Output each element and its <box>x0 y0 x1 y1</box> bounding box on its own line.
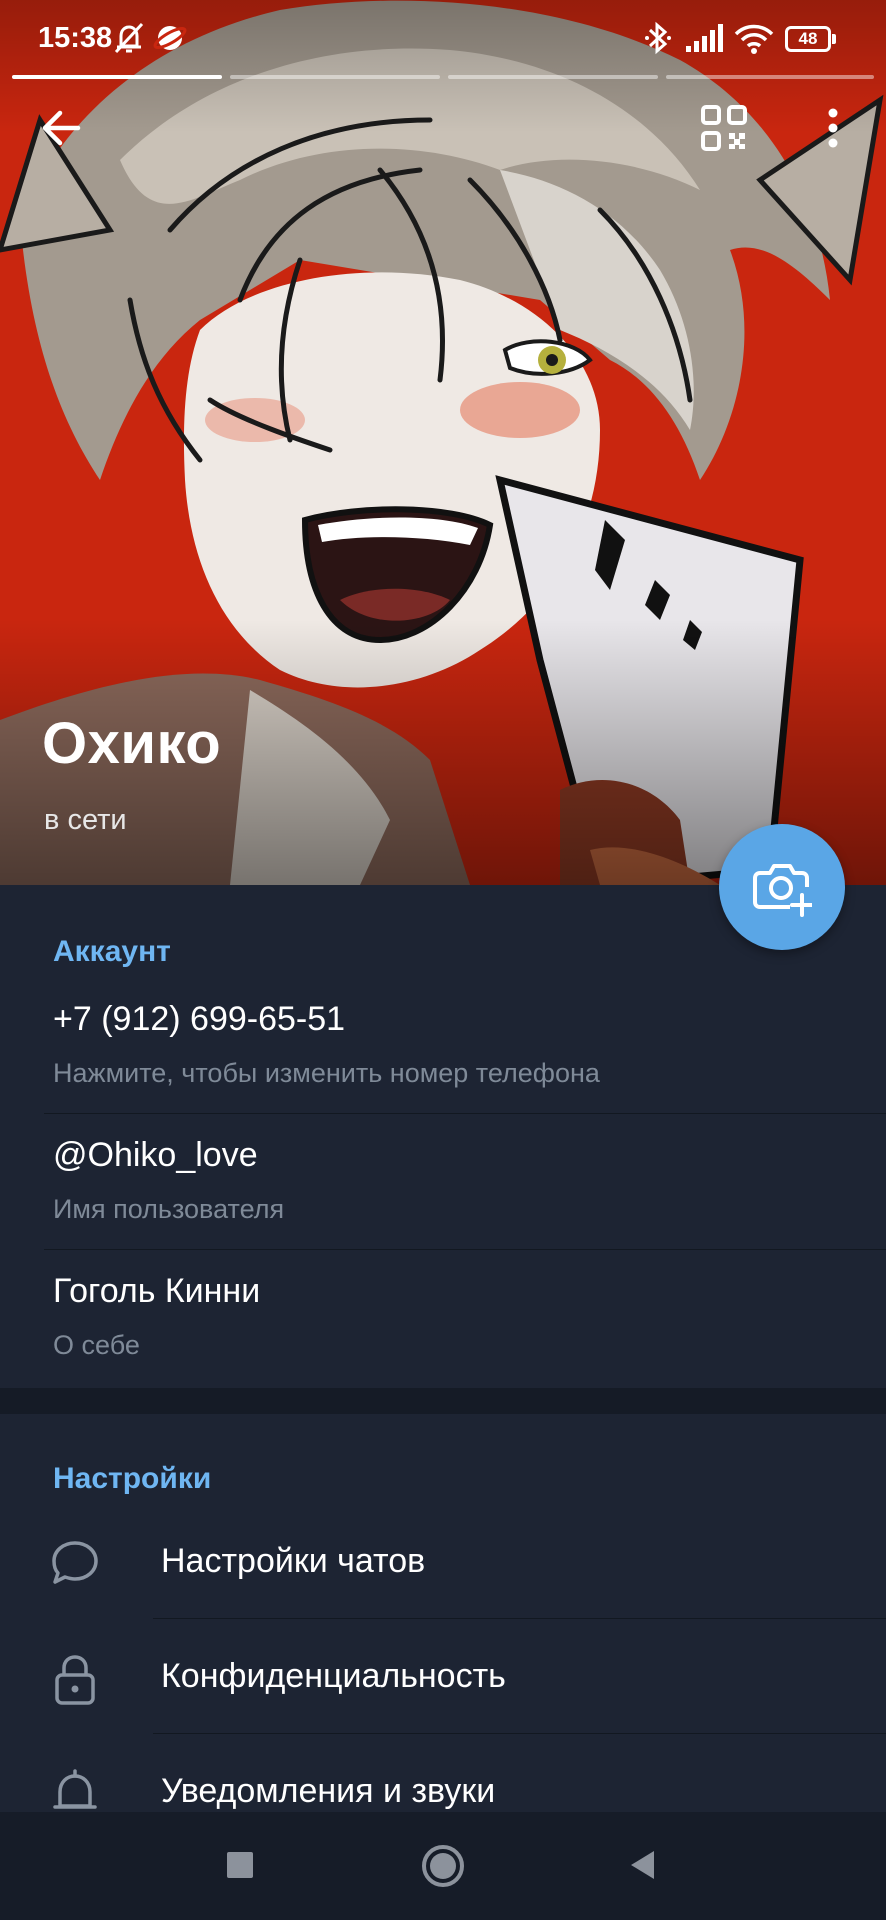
back-arrow-icon[interactable] <box>38 104 86 152</box>
status-time: 15:38 <box>38 22 113 54</box>
chat-settings-item[interactable]: Настройки чатов <box>0 1504 886 1618</box>
bluetooth-icon <box>645 21 671 55</box>
bio-row[interactable]: Гоголь Кинни О себе <box>0 1262 886 1382</box>
chat-settings-label: Настройки чатов <box>161 1542 426 1580</box>
lock-icon <box>55 1655 95 1705</box>
mute-bell-icon <box>114 22 144 54</box>
username-row[interactable]: @Ohiko_love Имя пользователя <box>0 1126 886 1246</box>
settings-section-title: Настройки <box>53 1462 212 1495</box>
wifi-icon <box>734 24 774 54</box>
more-vertical-icon[interactable] <box>818 104 848 152</box>
divider <box>44 1113 886 1114</box>
chat-bubble-icon <box>52 1541 98 1584</box>
privacy-item[interactable]: Конфиденциальность <box>0 1619 886 1733</box>
recents-square-icon[interactable] <box>225 1850 255 1880</box>
notifications-label: Уведомления и звуки <box>161 1772 496 1810</box>
status-bar: 15:38 48 <box>0 0 886 80</box>
profile-name: Охико <box>42 711 222 776</box>
phone-hint: Нажмите, чтобы изменить номер телефона <box>53 1058 600 1088</box>
battery-tip <box>832 34 836 44</box>
signal-icon <box>686 24 723 52</box>
username: @Ohiko_love <box>53 1136 258 1174</box>
phone-number: +7 (912) 699-65-51 <box>53 1000 346 1038</box>
battery-icon: 48 <box>785 26 831 52</box>
story-progress-4 <box>666 75 874 79</box>
qr-code-icon[interactable] <box>700 104 748 152</box>
phone-row[interactable]: +7 (912) 699-65-51 Нажмите, чтобы измени… <box>0 990 886 1110</box>
profile-photo[interactable]: 15:38 48 Охико в сети <box>0 0 886 885</box>
section-gap <box>0 1388 886 1414</box>
bio: Гоголь Кинни <box>53 1272 261 1310</box>
story-progress-1 <box>12 75 222 79</box>
username-hint: Имя пользователя <box>53 1194 285 1224</box>
planet-icon <box>153 26 187 50</box>
back-triangle-icon[interactable] <box>626 1848 660 1882</box>
story-progress-3 <box>448 75 658 79</box>
bio-hint: О себе <box>53 1330 140 1360</box>
story-progress-2 <box>230 75 440 79</box>
online-status: в сети <box>44 804 127 836</box>
account-section-title: Аккаунт <box>53 935 171 968</box>
privacy-label: Конфиденциальность <box>161 1657 506 1695</box>
home-circle-icon[interactable] <box>420 1843 466 1889</box>
set-photo-button[interactable] <box>719 824 845 950</box>
system-nav-bar <box>0 1812 886 1920</box>
camera-add-icon <box>753 864 812 917</box>
divider <box>44 1249 886 1250</box>
